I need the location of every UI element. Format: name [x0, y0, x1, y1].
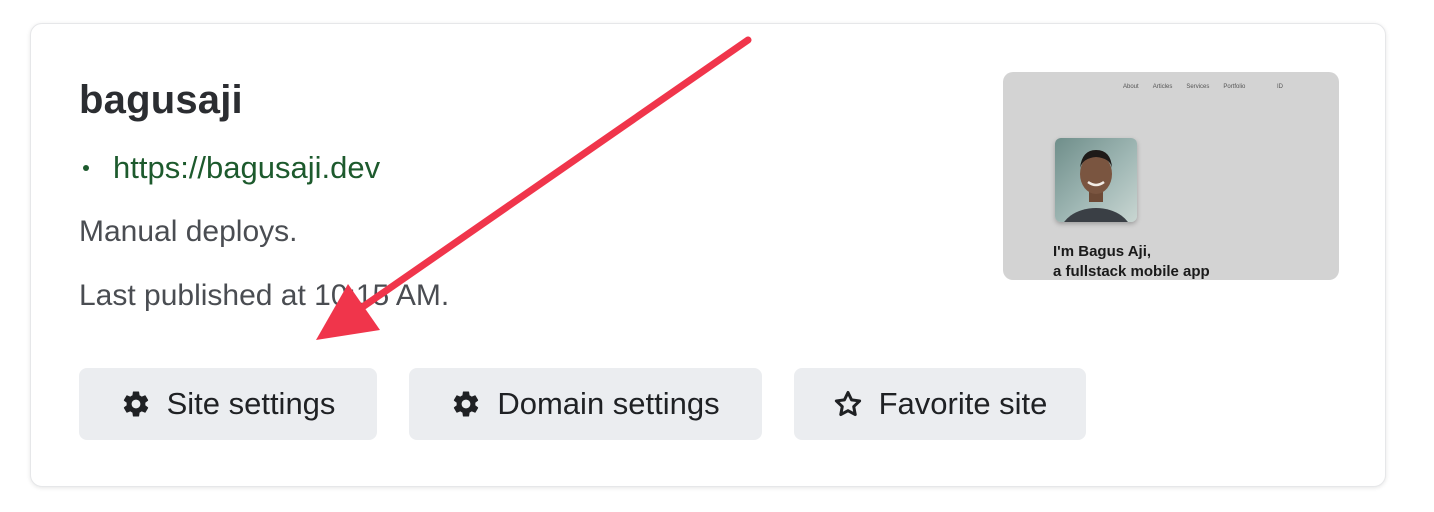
domain-settings-button[interactable]: Domain settings	[409, 368, 762, 440]
favorite-site-label: Favorite site	[878, 386, 1048, 421]
site-preview-thumbnail[interactable]: About Articles Services Portfolio ID I'm…	[1003, 72, 1339, 280]
site-name: bagusaji	[79, 78, 243, 122]
page: bagusaji https://bagusaji.dev Manual dep…	[0, 0, 1434, 512]
bullet-icon	[83, 165, 89, 171]
site-settings-button[interactable]: Site settings	[79, 368, 377, 440]
site-url-row: https://bagusaji.dev	[79, 148, 380, 188]
site-url-link[interactable]: https://bagusaji.dev	[113, 148, 380, 188]
deploy-mode-text: Manual deploys.	[79, 215, 298, 248]
gear-icon	[451, 389, 481, 419]
preview-nav-item: Services	[1186, 84, 1210, 90]
site-card: bagusaji https://bagusaji.dev Manual dep…	[30, 23, 1386, 487]
favorite-site-button[interactable]: Favorite site	[794, 368, 1086, 440]
preview-nav: About Articles Services Portfolio	[1123, 84, 1245, 90]
last-published-text: Last published at 10:15 AM.	[79, 279, 450, 312]
preview-nav-item: Articles	[1152, 84, 1173, 90]
domain-settings-label: Domain settings	[497, 386, 720, 421]
gear-icon	[121, 389, 151, 419]
preview-language-toggle: ID	[1277, 84, 1283, 90]
preview-nav-item: About	[1123, 84, 1139, 90]
preview-hero-line: a fullstack mobile app	[1053, 263, 1210, 280]
preview-hero-text: I'm Bagus Aji, a fullstack mobile app	[1053, 242, 1210, 280]
site-settings-label: Site settings	[166, 386, 336, 421]
preview-nav-item: Portfolio	[1223, 84, 1246, 90]
preview-avatar	[1055, 138, 1137, 222]
preview-hero-line: I'm Bagus Aji,	[1053, 243, 1152, 260]
star-outline-icon	[833, 389, 863, 419]
